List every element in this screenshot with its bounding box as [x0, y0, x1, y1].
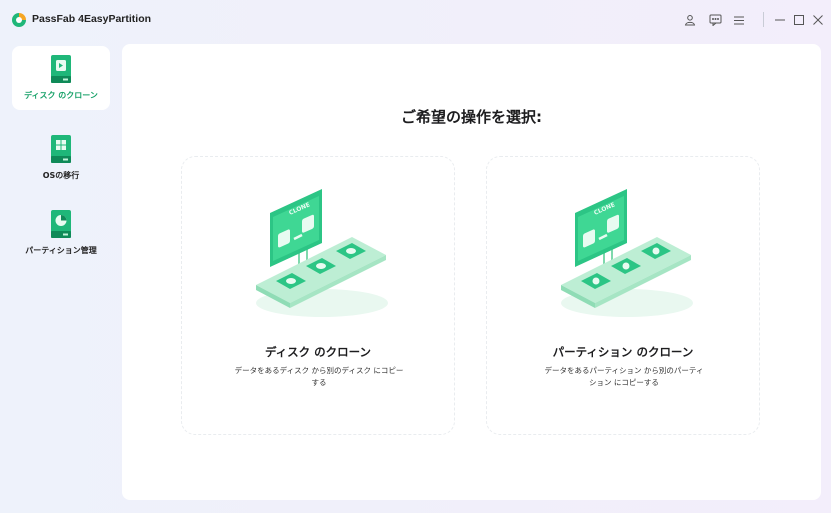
minimize-icon[interactable]	[772, 12, 788, 28]
main-panel: ご希望の操作を選択: CLONE ディスク のクローン データをあるディスク か…	[122, 44, 821, 500]
card-description-line: ション にコピーする	[589, 378, 659, 387]
app-title: PassFab 4EasyPartition	[32, 13, 152, 25]
title-bar: PassFab 4EasyPartition	[0, 0, 831, 40]
card-title: パーティション のクローン	[552, 345, 694, 359]
os-migration-icon	[51, 135, 71, 163]
sidebar-item-disk-clone[interactable]: ディスク のクローン	[12, 46, 110, 110]
sidebar: ディスク のクローン OSの移行 パーティション管理	[0, 44, 116, 504]
sidebar-item-os-migration[interactable]: OSの移行	[12, 126, 110, 190]
menu-icon[interactable]	[731, 12, 747, 28]
close-icon[interactable]	[810, 12, 826, 28]
sidebar-item-partition-management[interactable]: パーティション管理	[12, 201, 110, 265]
sidebar-item-label: OSの移行	[42, 171, 80, 180]
disk-clone-icon	[51, 55, 71, 83]
user-icon[interactable]	[682, 12, 698, 28]
card-description-line: データをあるディスク から別のディスク にコピー	[234, 366, 404, 375]
maximize-icon[interactable]	[791, 12, 807, 28]
card-description-line: する	[311, 378, 327, 387]
page-title: ご希望の操作を選択:	[401, 108, 542, 126]
partition-management-icon	[51, 210, 71, 238]
card-description: データをあるディスク から別のディスク にコピー する	[208, 365, 430, 389]
disk-clone-card[interactable]: CLONE ディスク のクローン データをあるディスク から別のディスク にコピ…	[181, 156, 455, 435]
partition-clone-card[interactable]: CLONE パーティション のクローン データをあるパーティション から別のパー…	[486, 156, 760, 435]
app-logo-icon	[12, 13, 26, 27]
titlebar-divider	[763, 12, 764, 27]
card-title: ディスク のクローン	[264, 345, 372, 359]
disk-clone-illustration: CLONE	[256, 189, 388, 317]
card-description: データをあるパーティション から別のパーティ ション にコピーする	[513, 365, 735, 389]
sidebar-item-label: パーティション管理	[25, 246, 97, 255]
sidebar-item-label: ディスク のクローン	[24, 91, 98, 100]
feedback-icon[interactable]	[707, 12, 723, 28]
partition-clone-illustration: CLONE	[561, 189, 693, 317]
card-description-line: データをあるパーティション から別のパーティ	[544, 366, 704, 375]
